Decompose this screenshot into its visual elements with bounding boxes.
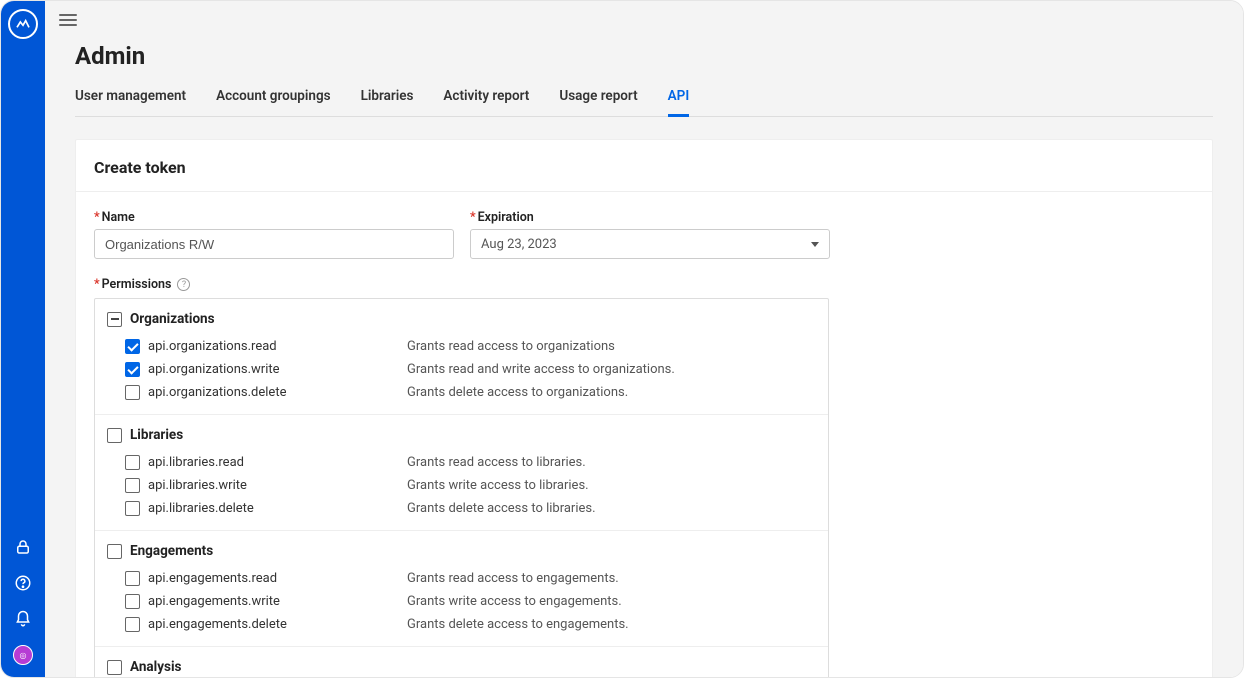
permission-key: api.engagements.read: [148, 571, 277, 586]
sidebar: ◎: [1, 1, 45, 677]
group-checkbox[interactable]: [107, 428, 122, 443]
user-avatar[interactable]: ◎: [13, 645, 33, 665]
tab-libraries[interactable]: Libraries: [361, 88, 414, 117]
permission-key: api.organizations.read: [148, 339, 277, 354]
expiration-label: *Expiration: [470, 210, 830, 225]
permission-group: Analysisapi.analysis.readGrants read acc…: [95, 647, 828, 677]
permission-row: api.engagements.write Grants write access…: [107, 590, 816, 613]
group-checkbox[interactable]: [107, 312, 122, 327]
permission-checkbox[interactable]: [125, 571, 140, 586]
permission-row: api.organizations.write Grants read and w…: [107, 358, 816, 381]
permission-row: api.organizations.delete Grants delete ac…: [107, 381, 816, 404]
group-title: Organizations: [130, 311, 215, 327]
permission-desc: Grants write access to libraries.: [407, 478, 589, 493]
help-icon[interactable]: ?: [177, 278, 190, 291]
app-logo[interactable]: [8, 9, 38, 39]
group-checkbox[interactable]: [107, 544, 122, 559]
group-checkbox[interactable]: [107, 660, 122, 675]
permission-row: api.engagements.read Grants read access t…: [107, 567, 816, 590]
permission-desc: Grants write access to engagements.: [407, 594, 622, 609]
permission-row: api.engagements.delete Grants delete acce…: [107, 613, 816, 636]
permissions-list: Organizations api.organizations.read Grant…: [94, 298, 829, 677]
group-title: Engagements: [130, 543, 213, 559]
menu-icon[interactable]: [59, 14, 77, 28]
page-title: Admin: [75, 42, 1213, 70]
bell-icon[interactable]: [13, 609, 33, 629]
permission-checkbox[interactable]: [125, 362, 140, 377]
permission-group: Libraries api.libraries.read Grants read a…: [95, 415, 828, 531]
permission-key: api.libraries.read: [148, 455, 244, 470]
permission-row: api.libraries.read Grants read access to …: [107, 451, 816, 474]
tab-user-management[interactable]: User management: [75, 88, 186, 117]
permission-desc: Grants delete access to engagements.: [407, 617, 629, 632]
permission-row: api.libraries.write Grants write access t…: [107, 474, 816, 497]
card-title: Create token: [94, 158, 1194, 177]
group-title: Libraries: [130, 427, 183, 443]
tab-usage-report[interactable]: Usage report: [559, 88, 637, 117]
tab-account-groupings[interactable]: Account groupings: [216, 88, 330, 117]
permission-row: api.organizations.read Grants read access…: [107, 335, 816, 358]
name-label: *Name: [94, 210, 454, 225]
permission-desc: Grants delete access to organizations.: [407, 385, 628, 400]
chevron-down-icon: [811, 242, 819, 247]
permission-checkbox[interactable]: [125, 385, 140, 400]
permission-checkbox[interactable]: [125, 455, 140, 470]
permission-desc: Grants read access to organizations: [407, 339, 615, 354]
permission-checkbox[interactable]: [125, 501, 140, 516]
permissions-label: *Permissions: [94, 277, 171, 292]
permission-key: api.libraries.write: [148, 478, 247, 493]
permission-key: api.engagements.write: [148, 594, 280, 609]
permission-checkbox[interactable]: [125, 478, 140, 493]
permission-key: api.organizations.delete: [148, 385, 286, 400]
lock-icon[interactable]: [13, 537, 33, 557]
name-input[interactable]: [94, 229, 454, 259]
permission-key: api.libraries.delete: [148, 501, 254, 516]
permission-desc: Grants read and write access to organiza…: [407, 362, 675, 377]
permission-desc: Grants delete access to libraries.: [407, 501, 596, 516]
permission-key: api.engagements.delete: [148, 617, 287, 632]
tab-bar: User management Account groupings Librarie…: [75, 88, 1213, 117]
group-title: Analysis: [130, 659, 181, 675]
expiration-select[interactable]: Aug 23, 2023: [470, 229, 830, 259]
permission-group: Organizations api.organizations.read Grant…: [95, 299, 828, 415]
permission-desc: Grants read access to engagements.: [407, 571, 619, 586]
help-circle-icon[interactable]: [13, 573, 33, 593]
expiration-value: Aug 23, 2023: [481, 237, 557, 252]
create-token-card: Create token *Name *Expiration Aug 23, 2…: [75, 139, 1213, 677]
tab-api[interactable]: API: [668, 88, 690, 117]
permission-checkbox[interactable]: [125, 339, 140, 354]
permission-group: Engagements api.engagements.read Grants re…: [95, 531, 828, 647]
permission-checkbox[interactable]: [125, 594, 140, 609]
main-content: Admin User management Account groupings Li…: [45, 1, 1243, 677]
permission-desc: Grants read access to libraries.: [407, 455, 586, 470]
permission-row: api.libraries.delete Grants delete access…: [107, 497, 816, 520]
permission-checkbox[interactable]: [125, 617, 140, 632]
tab-activity-report[interactable]: Activity report: [443, 88, 529, 117]
permission-key: api.organizations.write: [148, 362, 280, 377]
